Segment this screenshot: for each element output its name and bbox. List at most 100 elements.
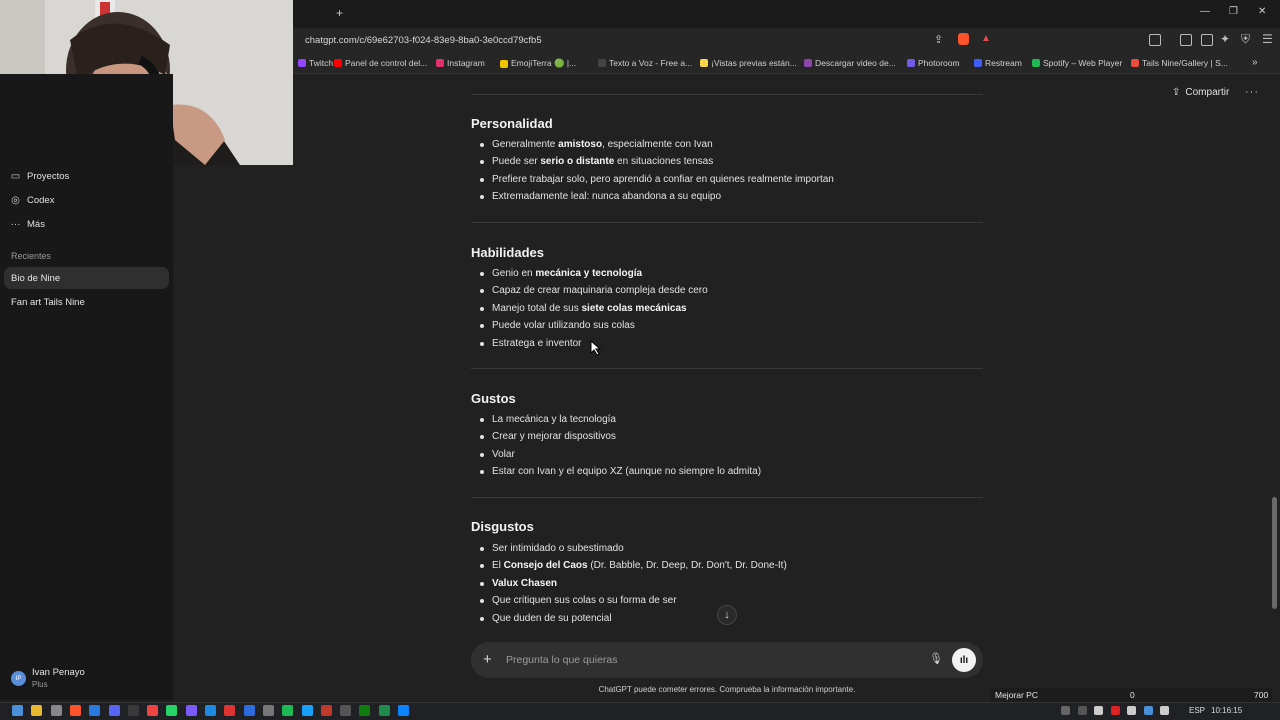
list-item: Extremadamente leal: nunca abandona a su… — [479, 191, 721, 202]
taskbar-app-icon[interactable] — [359, 705, 371, 716]
wallet-icon[interactable] — [1201, 34, 1213, 46]
taskbar-app-icon[interactable] — [262, 705, 274, 716]
taskbar-app-icon[interactable] — [398, 705, 409, 716]
sidebar-item-codex[interactable]: ◎ Codex — [10, 195, 54, 206]
microphone-icon[interactable]: 🎙 — [929, 652, 943, 665]
sidebar-toggle-icon[interactable] — [1180, 34, 1192, 46]
share-button[interactable]: ⇪ Compartir — [1172, 87, 1229, 98]
taskbar-app-icon[interactable] — [340, 705, 352, 716]
bookmark-favicon-icon — [334, 59, 342, 67]
list-item: Generalmente amistoso, especialmente con… — [480, 139, 713, 150]
section-heading: Personalidad — [471, 116, 553, 131]
text-segment: Prefiere trabajar solo, pero aprendió a … — [492, 173, 834, 185]
overlay-value-b: 700 — [1254, 690, 1269, 700]
taskbar-app-icon[interactable] — [12, 705, 23, 716]
list-item: Estar con Ivan y el equipo XZ (aunque no… — [479, 466, 762, 478]
divider — [471, 222, 983, 223]
voice-mode-button[interactable]: ılı — [952, 648, 976, 672]
brave-rewards-icon[interactable]: ▲ — [981, 33, 991, 44]
taskbar-app-icon[interactable] — [166, 705, 178, 716]
system-tray-icon[interactable] — [1143, 706, 1153, 715]
bookmark-item[interactable]: Panel de control del... — [334, 58, 427, 68]
attach-plus-icon[interactable]: + — [483, 651, 492, 668]
text-segment: Estar con Ivan y el equipo XZ (aunque no… — [492, 466, 762, 478]
share-page-icon[interactable]: ⇪ — [934, 33, 943, 46]
section-heading: Gustos — [471, 391, 516, 406]
language-indicator[interactable]: ESP — [1189, 706, 1205, 715]
url-text[interactable]: chatgpt.com/c/69e62703-f024-83e9-8ba0-3e… — [305, 35, 542, 46]
sidebar-item-proyectos[interactable]: ▭ Proyectos — [10, 171, 69, 182]
brave-shield-icon[interactable] — [958, 33, 969, 45]
taskbar-app-icon[interactable] — [301, 705, 313, 716]
bookmark-label: EmojiTerra 🟢 |... — [511, 58, 577, 68]
taskbar-app-icon[interactable] — [320, 705, 332, 716]
user-name[interactable]: Ivan Penayo — [32, 667, 85, 678]
list-item: Puede ser serio o distante en situacione… — [479, 156, 714, 168]
text-segment: Ser intimidado o subestimado — [492, 543, 624, 554]
taskbar-app-icon[interactable] — [282, 705, 294, 716]
taskbar-app-icon[interactable] — [50, 705, 62, 716]
list-item: El Consejo del Caos (Dr. Babble, Dr. Dee… — [480, 560, 787, 571]
sidebar-item-mas[interactable]: ··· Más — [10, 219, 45, 230]
avatar[interactable]: IP — [11, 671, 26, 686]
recent-chat-bio-de-nine[interactable]: Bio de Nine — [11, 273, 60, 284]
bold-text: siete colas mecánicas — [581, 302, 687, 314]
system-tray-icon[interactable] — [1127, 706, 1136, 715]
bookmark-item[interactable]: Restream — [974, 58, 1022, 68]
taskbar-app-icon[interactable] — [378, 705, 390, 716]
recent-chat-fan-art[interactable]: Fan art Tails Nine — [11, 297, 85, 308]
bookmark-favicon-icon — [804, 59, 812, 67]
bookmark-item[interactable]: Twitch — [298, 58, 333, 68]
list-item: Crear y mejorar dispositivos — [480, 431, 616, 443]
bookmark-label: Tails Nine/Gallery | S... — [1142, 58, 1228, 68]
bookmark-favicon-icon — [1032, 59, 1040, 67]
restore-icon[interactable]: ❐ — [1229, 6, 1238, 17]
taskbar-app-icon[interactable] — [69, 705, 81, 716]
taskbar-app-icon[interactable] — [89, 705, 101, 716]
bookmark-item[interactable]: Descargar video de... — [804, 58, 896, 68]
bookmark-item[interactable]: Photoroom — [907, 58, 960, 68]
bookmark-item[interactable]: EmojiTerra 🟢 |... — [500, 58, 576, 69]
bold-text: Valux Chasen — [492, 577, 558, 589]
bookmark-label: Spotify – Web Player — [1043, 58, 1123, 68]
leo-ai-icon[interactable]: ✦ — [1220, 32, 1230, 46]
taskbar-app-icon[interactable] — [108, 705, 120, 716]
close-icon[interactable]: ✕ — [1258, 6, 1266, 17]
divider — [471, 94, 983, 95]
bookmark-favicon-icon — [1131, 59, 1139, 67]
scrollbar-thumb[interactable] — [1272, 497, 1277, 609]
prompt-input[interactable]: Pregunta lo que quieras — [506, 654, 618, 666]
bookmark-item[interactable]: Spotify – Web Player — [1032, 58, 1122, 68]
vpn-icon[interactable]: ⛨ — [1241, 32, 1250, 47]
new-tab-button[interactable]: + — [336, 6, 343, 20]
bookmark-item[interactable]: Instagram — [436, 58, 485, 68]
minimize-icon[interactable]: — — [1200, 6, 1210, 17]
bold-text: serio o distante — [540, 156, 615, 168]
taskbar-app-icon[interactable] — [243, 705, 255, 716]
system-tray-icon[interactable] — [1077, 706, 1087, 715]
mouse-cursor-icon — [590, 340, 602, 356]
bookmark-label: Restream — [985, 58, 1022, 68]
system-tray-icon[interactable] — [1094, 706, 1103, 715]
clock[interactable]: 10:16:15 — [1211, 706, 1242, 715]
scroll-down-button[interactable]: ↓ — [717, 605, 737, 625]
taskbar-app-icon[interactable] — [147, 705, 159, 716]
text-segment: Estratega e inventor — [492, 337, 582, 349]
bookmark-item[interactable]: ¡Vistas previas están... — [700, 58, 797, 68]
text-segment: en situaciones tensas — [614, 156, 714, 168]
bookmarks-overflow-icon[interactable]: » — [1252, 57, 1258, 68]
system-tray-icon[interactable] — [1110, 706, 1120, 715]
taskbar-app-icon[interactable] — [31, 705, 43, 716]
bookmark-item[interactable]: Tails Nine/Gallery | S... — [1131, 58, 1228, 68]
taskbar-app-icon[interactable] — [127, 705, 139, 716]
taskbar-app-icon[interactable] — [205, 705, 216, 716]
reader-icon[interactable] — [1149, 34, 1161, 46]
conversation-options-icon[interactable]: ··· — [1245, 86, 1259, 98]
system-tray-icon[interactable] — [1061, 706, 1070, 715]
text-segment: Crear y mejorar dispositivos — [492, 431, 616, 443]
bookmark-item[interactable]: Texto a Voz - Free a... — [598, 58, 692, 68]
taskbar-app-icon[interactable] — [185, 705, 197, 716]
menu-icon[interactable]: ☰ — [1262, 32, 1273, 46]
taskbar-app-icon[interactable] — [224, 705, 236, 716]
system-tray-icon[interactable] — [1160, 706, 1169, 715]
